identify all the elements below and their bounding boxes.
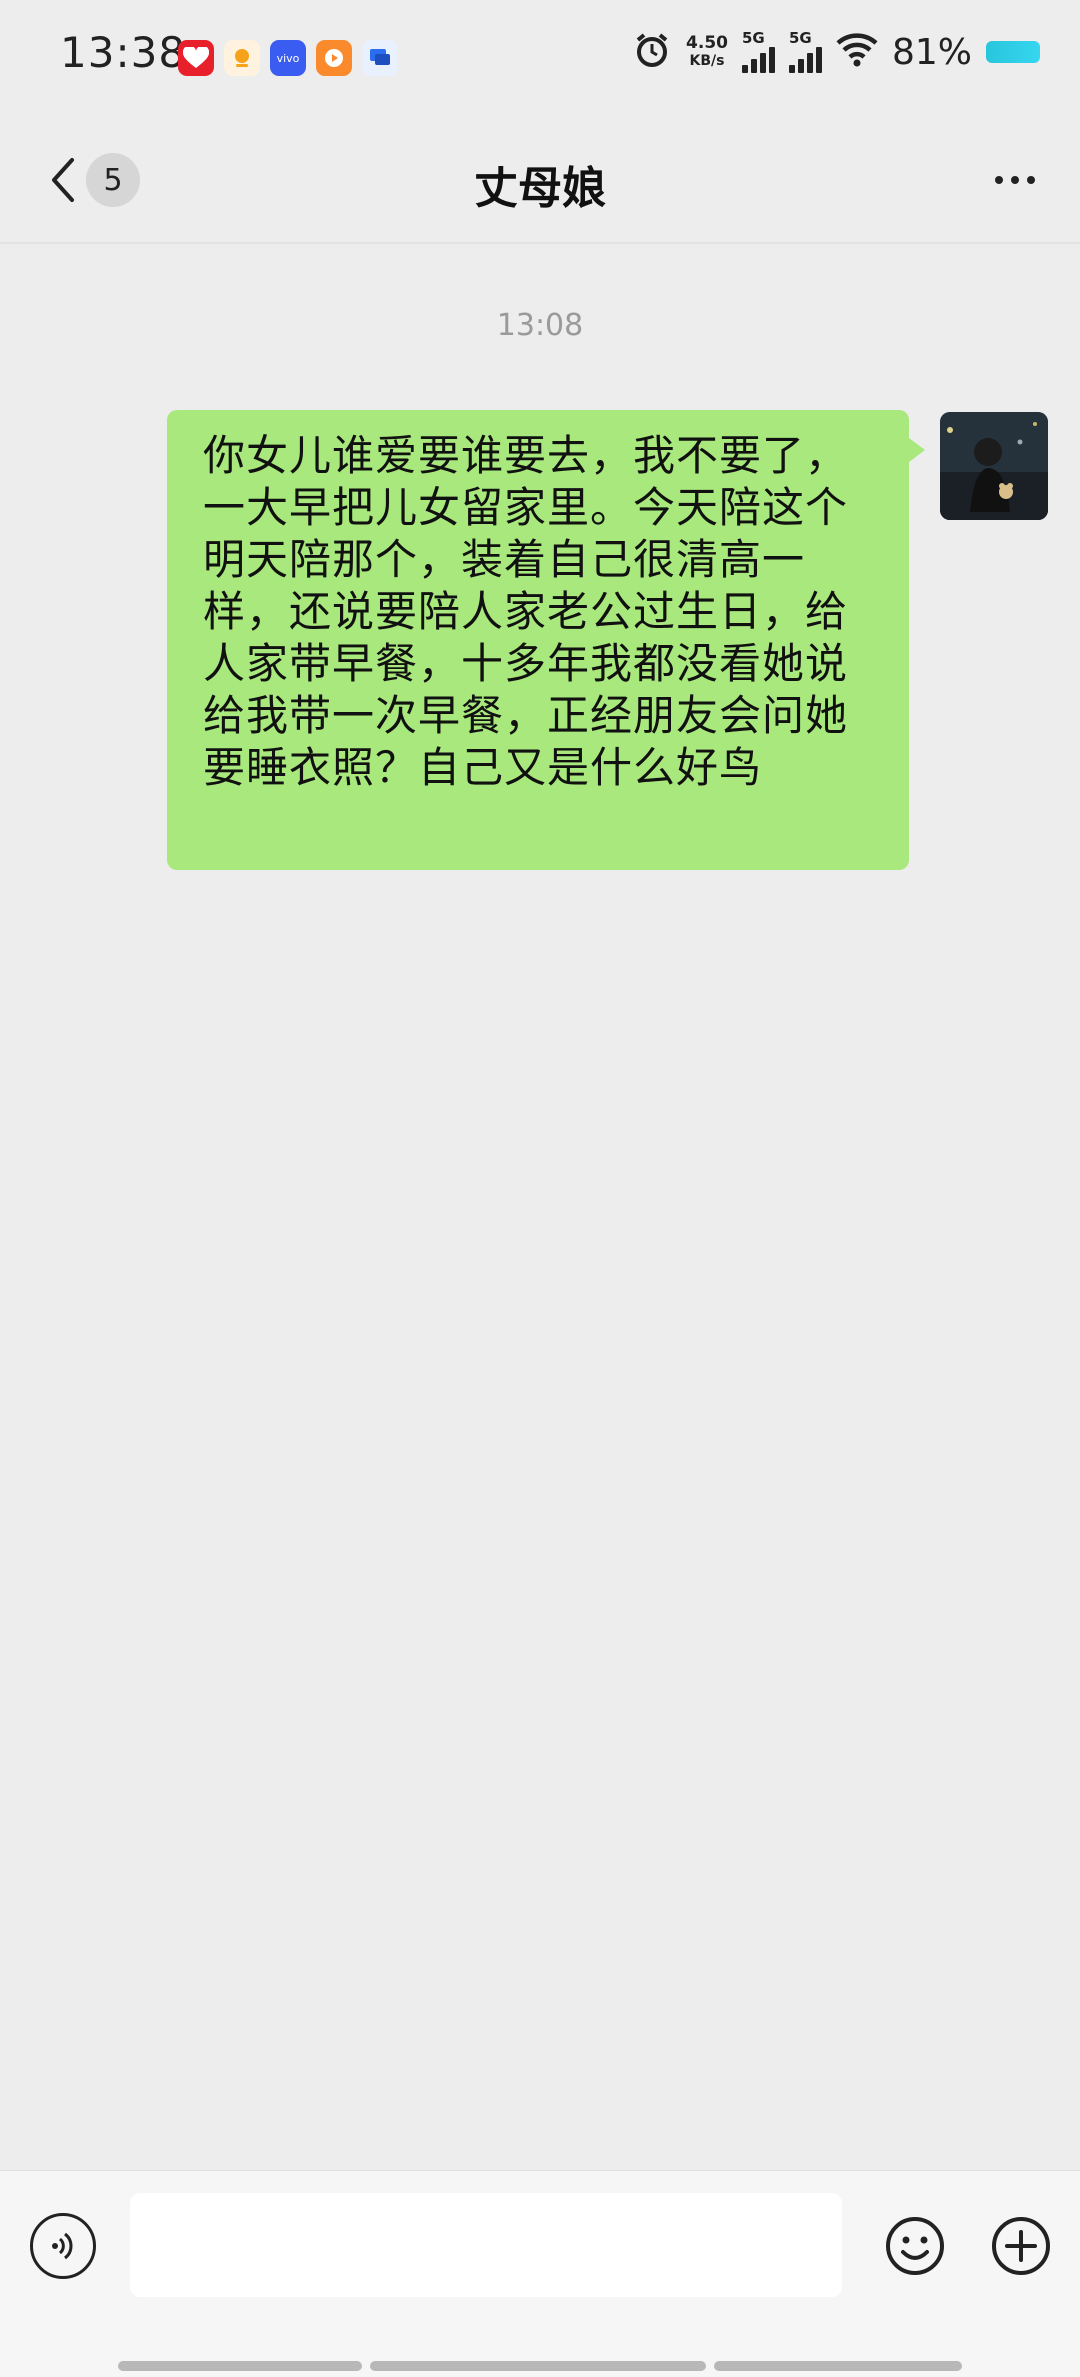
emoji-button[interactable] [880,2211,950,2281]
nav-segment [118,2361,362,2371]
message-bubble[interactable]: 你女儿谁爱要谁要去，我不要了，一大早把儿女留家里。今天陪这个明天陪那个，装着自己… [167,410,925,870]
more-options-button[interactable] [980,152,1050,208]
signal-bars-icon [788,45,822,73]
gesture-nav-bar[interactable] [118,2361,962,2371]
signal-bars-icon [741,45,775,73]
status-bar: 13:38 vivo 4.50 KB/s 5G 5G 81% [0,0,1080,120]
voice-input-button[interactable] [30,2213,96,2279]
more-dot-icon [995,176,1003,184]
plus-button[interactable] [986,2211,1056,2281]
wifi-icon [836,33,878,71]
plus-icon [992,2217,1050,2275]
message-app-icon [362,40,398,76]
signal-sim1: 5G [741,29,775,73]
chat-header: 5 丈母娘 [0,120,1080,240]
app-icon-orange [224,40,260,76]
sim1-label: 5G [741,29,765,47]
net-speed: 4.50 KB/s [686,34,728,70]
signal-sim2: 5G [788,29,822,73]
net-speed-unit: KB/s [689,53,725,69]
vivo-text: vivo [276,51,300,65]
more-dot-icon [1011,176,1019,184]
header-divider [0,242,1080,244]
message-timestamp: 13:08 [496,308,584,343]
notification-icons: vivo [178,40,398,76]
avatar-image [940,412,1048,520]
net-speed-value: 4.50 [686,33,728,53]
sim2-label: 5G [788,29,812,47]
more-dot-icon [1027,176,1035,184]
input-bar [0,2170,1080,2377]
alarm-icon [632,30,672,74]
system-icons: 4.50 KB/s 5G 5G 81% [632,30,1040,74]
vivo-icon: vivo [270,40,306,76]
battery-percent: 81% [891,31,972,73]
app-icon-red [178,40,214,76]
voice-icon [52,2232,73,2260]
nav-segment [370,2361,706,2371]
nav-segment [714,2361,962,2371]
status-time: 13:38 [60,28,187,77]
video-app-icon [316,40,352,76]
avatar[interactable] [940,412,1048,520]
battery-icon [986,41,1040,63]
message-input[interactable] [130,2193,842,2297]
emoji-icon [886,2217,944,2275]
chat-title: 丈母娘 [474,163,606,214]
